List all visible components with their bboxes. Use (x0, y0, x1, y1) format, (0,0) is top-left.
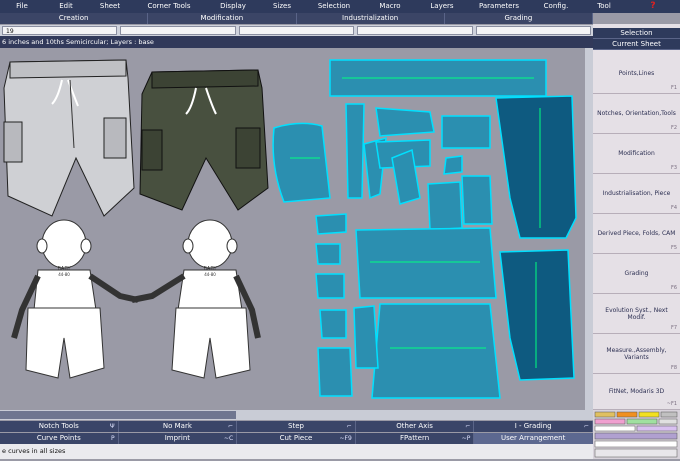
pattern-piece-waistband[interactable] (329, 59, 547, 97)
menu-macro[interactable]: Macro (364, 0, 416, 13)
value-field-3[interactable] (238, 26, 355, 35)
pattern-piece-band[interactable] (461, 175, 493, 225)
pattern-piece-pocket-2[interactable] (441, 115, 491, 149)
panel-fitnet[interactable]: FitNet, Modaris 3D ~F1 (593, 374, 680, 410)
value-field-2[interactable] (120, 26, 236, 35)
pattern-piece-large-back[interactable] (495, 95, 577, 239)
pattern-piece-front-right[interactable] (371, 303, 501, 399)
menu-sizes[interactable]: Sizes (260, 0, 304, 13)
swatch-grid (594, 411, 678, 458)
pattern-piece-cuff[interactable] (427, 181, 463, 231)
pattern-sheet: BABY 44-80 BABY 44-80 (3, 59, 577, 399)
pattern-piece-small-6[interactable] (319, 309, 347, 339)
value-field-4[interactable] (357, 26, 473, 35)
menu-sheet[interactable]: Sheet (88, 0, 132, 13)
i-grading-button[interactable]: I - Grading ⌐ (474, 421, 593, 432)
shorts-sketch-grey[interactable] (3, 59, 135, 217)
tab-creation[interactable]: Creation (0, 13, 149, 24)
value-bar: 19 (0, 25, 593, 36)
horizontal-scrollbar[interactable] (0, 410, 593, 420)
vertical-scrollbar[interactable] (585, 48, 593, 410)
tab-grading[interactable]: Grading (445, 13, 593, 24)
function-panel: Selection Current Sheet Points,Lines F1 N… (593, 24, 680, 410)
pattern-piece-small-1[interactable] (375, 107, 435, 137)
color-swatches (593, 410, 680, 459)
panel-industrialisation[interactable]: Industrialisation, Piece F4 (593, 174, 680, 214)
bottom-tool-row-2: Curve Points P Imprint ~C Cut Piece ~F9 FPa… (0, 433, 593, 444)
pattern-piece-fly[interactable] (443, 155, 463, 175)
tab-industrialization[interactable]: Industrialization (297, 13, 445, 24)
panel-measure[interactable]: Measure.,Assembly, Variants F8 (593, 334, 680, 374)
no-mark-button[interactable]: No Mark ⌐ (118, 421, 238, 432)
tab-modification[interactable]: Modification (148, 13, 297, 24)
pattern-piece-curve[interactable] (272, 122, 331, 203)
menu-layers[interactable]: Layers (416, 0, 468, 13)
cut-piece-button[interactable]: Cut Piece ~F9 (237, 433, 356, 444)
panel-grading[interactable]: Grading F6 (593, 254, 680, 294)
pattern-piece-small-4[interactable] (315, 243, 341, 265)
pattern-piece-small-3[interactable] (315, 213, 347, 235)
value-input[interactable]: 19 (2, 26, 118, 35)
menu-display[interactable]: Display (206, 0, 260, 13)
panel-notches[interactable]: Notches, Orientation,Tools F2 (593, 94, 680, 134)
shirt-print-left-size: 44-80 (58, 272, 70, 277)
current-sheet-header[interactable]: Current Sheet (593, 39, 680, 50)
menu-parameters[interactable]: Parameters (468, 0, 530, 13)
notch-tools-button[interactable]: Notch Tools Ψ (0, 421, 119, 432)
value-field-5[interactable] (475, 26, 592, 35)
info-bar: 6 inches and 10ths Semicircular; Layers … (0, 36, 593, 48)
menu-corner-tools[interactable]: Corner Tools (132, 0, 206, 13)
selection-header[interactable]: Selection (593, 28, 680, 39)
fpattern-button[interactable]: FPattern ~P (355, 433, 475, 444)
panel-evolution[interactable]: Evolution Syst., Next Modif. F7 (593, 294, 680, 334)
pattern-piece-front-left[interactable] (355, 227, 497, 299)
imprint-button[interactable]: Imprint ~C (118, 433, 238, 444)
step-button[interactable]: Step ⌐ (237, 421, 356, 432)
menu-selection[interactable]: Selection (304, 0, 364, 13)
baby-figure-left[interactable] (11, 219, 139, 379)
menu-file[interactable]: File (0, 0, 44, 13)
baby-figure-right[interactable] (131, 219, 261, 379)
curve-points-button[interactable]: Curve Points P (0, 433, 119, 444)
panel-modification[interactable]: Modification F3 (593, 134, 680, 174)
bottom-tool-row-1: Notch Tools Ψ No Mark ⌐ Step ⌐ Other Axis ⌐ … (0, 421, 593, 432)
menu-edit[interactable]: Edit (44, 0, 88, 13)
pattern-piece-small-5[interactable] (315, 273, 345, 299)
user-arrangement-button[interactable]: User Arrangement (474, 433, 593, 444)
tab-bar: Creation Modification Industrialization … (0, 13, 593, 24)
shirt-print-right-size: 44-80 (204, 272, 216, 277)
panel-derived-piece[interactable]: Derived Piece, Folds, CAM F5 (593, 214, 680, 254)
other-axis-button[interactable]: Other Axis ⌐ (355, 421, 475, 432)
pattern-piece-small-8[interactable] (353, 305, 379, 369)
menu-config[interactable]: Config. (530, 0, 582, 13)
status-bar: e curves in all sizes (0, 444, 593, 459)
help-icon[interactable]: ? (626, 0, 680, 13)
pattern-piece-small-2[interactable] (345, 103, 365, 199)
horizontal-scroll-thumb[interactable] (0, 411, 236, 419)
shorts-sketch-olive[interactable] (139, 69, 269, 211)
work-canvas[interactable]: BABY 44-80 BABY 44-80 (0, 48, 585, 410)
menu-tool[interactable]: Tool (582, 0, 626, 13)
menu-bar: File Edit Sheet Corner Tools Display Siz… (0, 0, 680, 13)
pattern-piece-small-7[interactable] (317, 347, 353, 397)
panel-points-lines[interactable]: Points,Lines F1 (593, 54, 680, 94)
pattern-piece-back-dark[interactable] (499, 249, 575, 381)
